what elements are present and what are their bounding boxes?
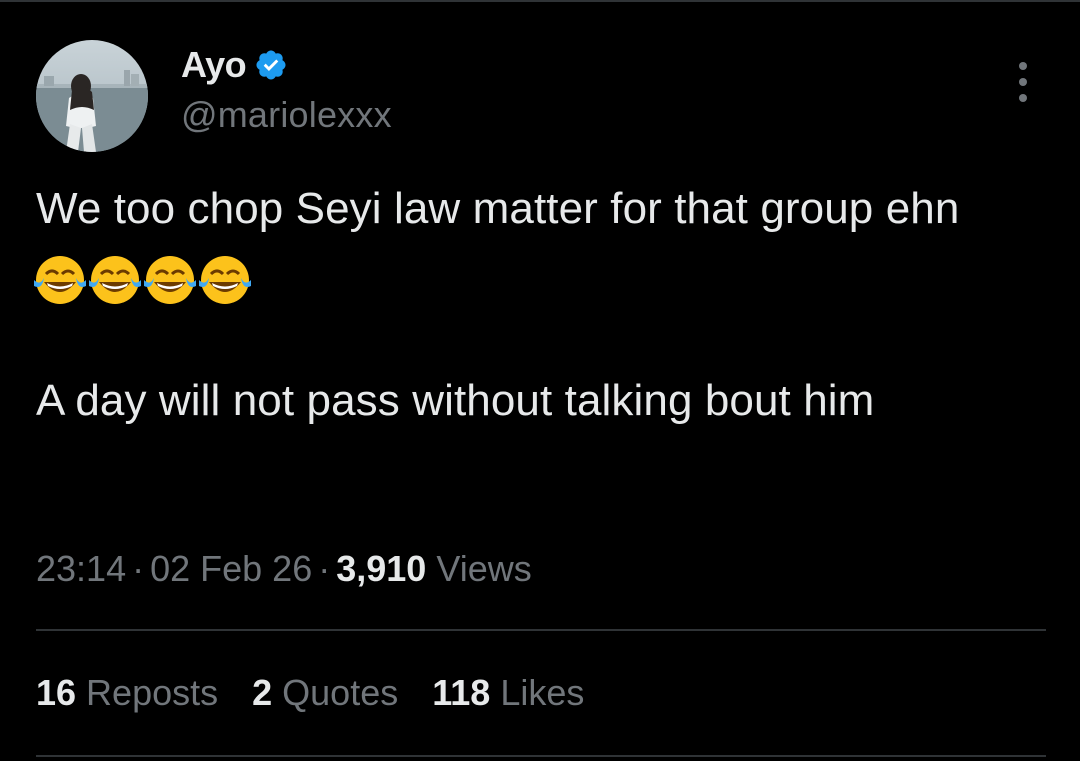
laugh-emoji-4 xyxy=(199,256,251,304)
tweet-emoji xyxy=(32,246,252,308)
tweet-text: We too chop Seyi law matter for that gro… xyxy=(34,178,1046,432)
likes-count: 118 xyxy=(432,672,491,713)
reposts-count: 16 xyxy=(36,672,77,713)
reposts-label: Reposts xyxy=(86,672,219,713)
reposts-stat[interactable]: 16 Reposts xyxy=(36,672,218,714)
author-handle[interactable]: @mariolexxx xyxy=(181,94,392,136)
tweet-date[interactable]: 02 Feb 26 xyxy=(150,548,312,589)
verified-badge-icon xyxy=(254,48,288,82)
top-border xyxy=(0,0,1080,2)
divider xyxy=(36,629,1046,631)
divider xyxy=(36,755,1046,757)
more-options-icon-dot xyxy=(1019,94,1027,102)
laugh-emoji-2 xyxy=(89,256,141,304)
quotes-count: 2 xyxy=(252,672,273,713)
engagement-stats: 16 Reposts 2 Quotes 118 Likes xyxy=(36,672,618,714)
laugh-emoji-3 xyxy=(144,256,196,304)
meta-separator: · xyxy=(318,548,331,589)
quotes-stat[interactable]: 2 Quotes xyxy=(252,672,398,714)
likes-label: Likes xyxy=(500,672,585,713)
tweet-paragraph-2: A day will not pass without talking bout… xyxy=(36,376,875,425)
tweet-text-line-1: We too chop Seyi law matter for that gro… xyxy=(36,184,960,233)
likes-stat[interactable]: 118 Likes xyxy=(432,672,584,714)
views-label: Views xyxy=(436,548,532,589)
more-options-button[interactable] xyxy=(1006,62,1040,102)
author-info[interactable]: Ayo @mariolexxx xyxy=(181,44,392,136)
tweet-time[interactable]: 23:14 xyxy=(36,548,126,589)
author-name-row: Ayo xyxy=(181,44,392,86)
more-options-icon xyxy=(1019,62,1027,70)
laugh-emoji-1 xyxy=(34,256,86,304)
tweet-metadata: 23:14 · 02 Feb 26 · 3,910 Views xyxy=(36,548,532,590)
more-options-icon-dot xyxy=(1019,78,1027,86)
author-avatar[interactable] xyxy=(36,40,148,152)
tweet-paragraph-1: We too chop Seyi law matter for that gro… xyxy=(34,178,1046,308)
face-with-tears-of-joy-emoji xyxy=(34,256,251,304)
author-display-name[interactable]: Ayo xyxy=(181,44,247,86)
quotes-label: Quotes xyxy=(282,672,399,713)
meta-separator: · xyxy=(132,548,145,589)
views-count: 3,910 xyxy=(336,548,427,589)
